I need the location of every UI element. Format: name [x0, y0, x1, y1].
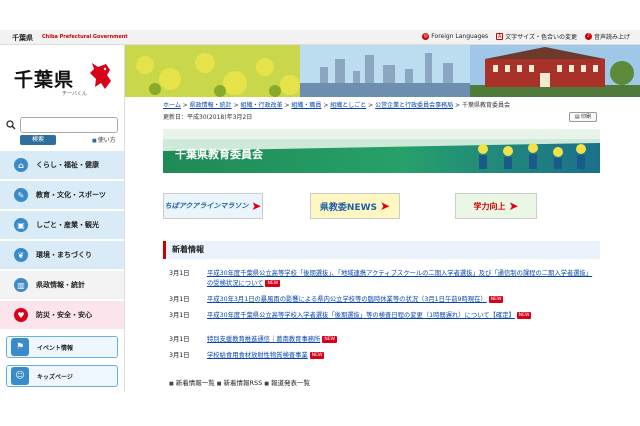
news-link[interactable]: 平成30年度千葉県公立高等学校「後期選抜」、「地域連携アクティブスクールの二期入…	[207, 269, 597, 289]
logo-sub: チーバくん	[62, 91, 87, 97]
press-release-link[interactable]: 報道発表一覧	[264, 377, 310, 387]
header-photo	[125, 45, 640, 97]
search-icon	[6, 120, 16, 130]
building-icon: ▥	[14, 278, 28, 292]
chiba-kun-mascot-icon	[90, 63, 111, 89]
news-link[interactable]: 平成30年3月1日の暴風雨の影響による県内公立学校等の臨時休業等の状況（3月1日…	[207, 295, 597, 305]
new-badge: NEW	[309, 351, 325, 359]
news-link[interactable]: 平成30年度千葉県公立高等学校入学者選抜「後期選抜」等の検査日程の変更（1時間遅…	[207, 311, 597, 321]
text-size-icon: A	[496, 33, 504, 40]
new-badge: NEW	[265, 279, 281, 287]
banner-aqualine-marathon[interactable]: ちばアクアラインマラソン ➤	[163, 193, 263, 219]
news-rss-link[interactable]: 新着情報RSS	[217, 377, 262, 387]
printer-icon: ▤	[574, 114, 580, 120]
logo-text: 千葉県	[14, 69, 75, 91]
breadcrumb-organization-staff[interactable]: 組織・職員	[291, 102, 321, 109]
breadcrumb-current: 千葉県教育委員会	[461, 102, 510, 109]
chiba-kun-icon: ➤	[508, 199, 519, 213]
updated-date: 更新日：平成30(2018)年3月2日	[163, 114, 253, 121]
news-item: 3月1日 平成30年度千葉県公立高等学校「後期選抜」、「地域連携アクティブスクー…	[169, 269, 597, 289]
breadcrumb-organization-work[interactable]: 組織としごと	[330, 102, 366, 109]
news-item: 3月1日 学校給食用食材放射性物質検査事業 NEW	[169, 351, 597, 361]
news-date: 3月1日	[169, 352, 190, 359]
breadcrumb-prefecture-info[interactable]: 県政情報・統計	[190, 102, 232, 109]
banner-academic-improvement[interactable]: 学力向上 ➤	[455, 193, 537, 219]
breadcrumb-organization-reform[interactable]: 組織・行政改革	[241, 102, 283, 109]
new-badge: NEW	[488, 295, 504, 303]
flag-icon: ⚑	[11, 338, 29, 356]
news-date: 3月1日	[169, 312, 190, 319]
news-item: 3月1日 特別支援教育推進通信｜葛南教育事務所 NEW	[169, 335, 597, 345]
news-date: 3月1日	[169, 270, 190, 277]
news-link[interactable]: 特別支援教育推進通信｜葛南教育事務所 NEW	[207, 335, 597, 345]
foreign-languages-link[interactable]: ◎ Foreign Languages	[422, 32, 488, 41]
site-logo[interactable]: 千葉県 チーバくん	[0, 45, 125, 110]
news-list-link[interactable]: 新着情報一覧	[169, 377, 215, 387]
new-badge: NEW	[516, 311, 532, 319]
banner-board-news[interactable]: 県教委NEWS ➤	[310, 193, 400, 219]
globe-icon: ◎	[422, 33, 430, 40]
print-button[interactable]: ▤ 印刷	[569, 112, 597, 122]
nav-item-prefecture-info[interactable]: ▥ 県政情報・統計	[0, 271, 124, 300]
new-badge: NEW	[322, 335, 338, 343]
news-section-title: 新着情報	[163, 241, 600, 259]
read-aloud-link[interactable]: ♪ 音声読み上げ	[584, 32, 630, 41]
breadcrumb: ホーム > 県政情報・統計 > 組織・行政改革 > 組織・職員 > 組織としごと…	[163, 102, 510, 109]
breadcrumb-home[interactable]: ホーム	[163, 102, 181, 109]
sidebar: 千葉県 チーバくん 検索 使い方 ⌂ くらし・福祉・健康 ✎ 教育・文化・スポー…	[0, 45, 125, 392]
search-input[interactable]	[20, 117, 118, 133]
pref-name-en: Chiba Prefectural Government	[42, 34, 128, 40]
house-icon: ⌂	[14, 158, 28, 172]
speaker-icon: ♪	[584, 33, 592, 40]
chiba-kun-icon: ➤	[251, 199, 262, 213]
news-date: 3月1日	[169, 296, 190, 303]
nav-item-environment[interactable]: ❦ 環境・まちづくり	[0, 241, 124, 270]
nav-item-disaster-safety[interactable]: ♥ 防災・安全・安心	[0, 301, 124, 330]
heart-icon: ♥	[14, 308, 28, 322]
breadcrumb-public-enterprise[interactable]: 公営企業と行政委員会事務局	[375, 102, 453, 109]
news-footer-links: 新着情報一覧 新着情報RSS 報道発表一覧	[169, 377, 310, 387]
page-title: 千葉県教育委員会	[175, 148, 263, 161]
pref-name[interactable]: 千葉県	[12, 33, 33, 43]
leaf-icon: ❦	[14, 248, 28, 262]
event-info-button[interactable]: ⚑ イベント情報	[6, 336, 118, 358]
text-size-link[interactable]: A 文字サイズ・色合いの変更	[496, 32, 577, 41]
chiba-kun-icon: ➤	[380, 199, 391, 213]
page-banner: 千葉県教育委員会	[163, 129, 600, 173]
nav-item-work[interactable]: ▣ しごと・産業・観光	[0, 211, 124, 240]
search-button[interactable]: 検索	[20, 135, 56, 145]
nav-item-education[interactable]: ✎ 教育・文化・スポーツ	[0, 181, 124, 210]
news-link[interactable]: 学校給食用食材放射性物質検査事業 NEW	[207, 351, 597, 361]
briefcase-icon: ▣	[14, 218, 28, 232]
header-photo-image	[125, 45, 640, 97]
top-bar: 千葉県 Chiba Prefectural Government ◎ Forei…	[0, 30, 640, 45]
news-date: 3月1日	[169, 336, 190, 343]
kids-icon: ☺	[11, 367, 29, 385]
news-item: 3月1日 平成30年度千葉県公立高等学校入学者選抜「後期選抜」等の検査日程の変更…	[169, 311, 597, 321]
search-howto-link[interactable]: 使い方	[92, 135, 116, 144]
pencil-icon: ✎	[14, 188, 28, 202]
nav-item-living[interactable]: ⌂ くらし・福祉・健康	[0, 151, 124, 180]
kids-page-button[interactable]: ☺ キッズページ	[6, 365, 118, 387]
news-item: 3月1日 平成30年3月1日の暴風雨の影響による県内公立学校等の臨時休業等の状況…	[169, 295, 597, 305]
